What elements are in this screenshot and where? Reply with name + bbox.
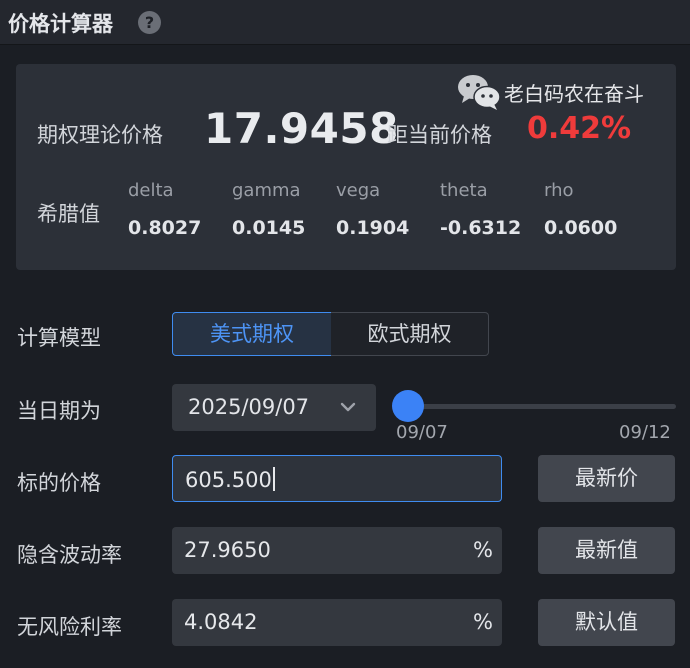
- wechat-icon: [458, 75, 501, 110]
- implied-volatility-value: 27.9650: [184, 538, 271, 562]
- chevron-down-icon: [340, 402, 356, 412]
- implied-volatility-label: 隐含波动率: [17, 543, 122, 567]
- implied-volatility-input[interactable]: 27.9650 %: [172, 527, 502, 574]
- model-american-option[interactable]: 美式期权: [172, 312, 332, 356]
- header-bar: 价格计算器 ?: [0, 0, 690, 45]
- greek-vega-name: vega: [336, 180, 381, 201]
- greek-theta-value: -0.6312: [440, 217, 522, 239]
- slider-start-label: 09/07: [396, 422, 448, 443]
- greek-delta-name: delta: [128, 180, 174, 201]
- greek-rho-name: rho: [544, 180, 574, 201]
- theoretical-price-label: 期权理论价格: [37, 123, 163, 147]
- date-select[interactable]: 2025/09/07: [172, 384, 376, 431]
- default-value-button[interactable]: 默认值: [538, 599, 675, 646]
- distance-label: 距当前价格: [387, 123, 492, 147]
- model-european-option[interactable]: 欧式期权: [331, 312, 489, 356]
- risk-free-rate-input[interactable]: 4.0842 %: [172, 599, 502, 646]
- text-cursor: [272, 467, 275, 491]
- underlying-price-label: 标的价格: [17, 471, 101, 495]
- latest-price-button[interactable]: 最新价: [538, 455, 675, 502]
- greek-rho-value: 0.0600: [544, 217, 618, 239]
- greeks-label: 希腊值: [37, 202, 100, 226]
- distance-value: 0.42%: [527, 111, 632, 146]
- percent-unit: %: [473, 538, 493, 562]
- date-slider-handle[interactable]: [392, 390, 424, 422]
- underlying-price-input[interactable]: 605.500: [172, 455, 502, 502]
- risk-free-rate-value: 4.0842: [184, 610, 258, 634]
- percent-unit: %: [473, 610, 493, 634]
- greek-delta-value: 0.8027: [128, 217, 202, 239]
- underlying-price-value: 605.500: [185, 468, 272, 492]
- greek-vega-value: 0.1904: [336, 217, 410, 239]
- latest-value-button[interactable]: 最新值: [538, 527, 675, 574]
- risk-free-rate-label: 无风险利率: [17, 615, 122, 639]
- model-label: 计算模型: [17, 326, 101, 350]
- page-title: 价格计算器: [8, 12, 113, 36]
- slider-end-label: 09/12: [619, 422, 671, 443]
- watermark-text: 老白码农在奋斗: [504, 82, 644, 106]
- date-slider-track[interactable]: [408, 404, 676, 409]
- theoretical-price-value: 17.9458: [204, 104, 399, 153]
- date-value: 2025/09/07: [188, 395, 310, 419]
- greek-gamma-value: 0.0145: [232, 217, 306, 239]
- help-icon[interactable]: ?: [138, 11, 161, 34]
- date-label: 当日期为: [17, 399, 101, 423]
- greek-theta-name: theta: [440, 180, 488, 201]
- greek-gamma-name: gamma: [232, 180, 301, 201]
